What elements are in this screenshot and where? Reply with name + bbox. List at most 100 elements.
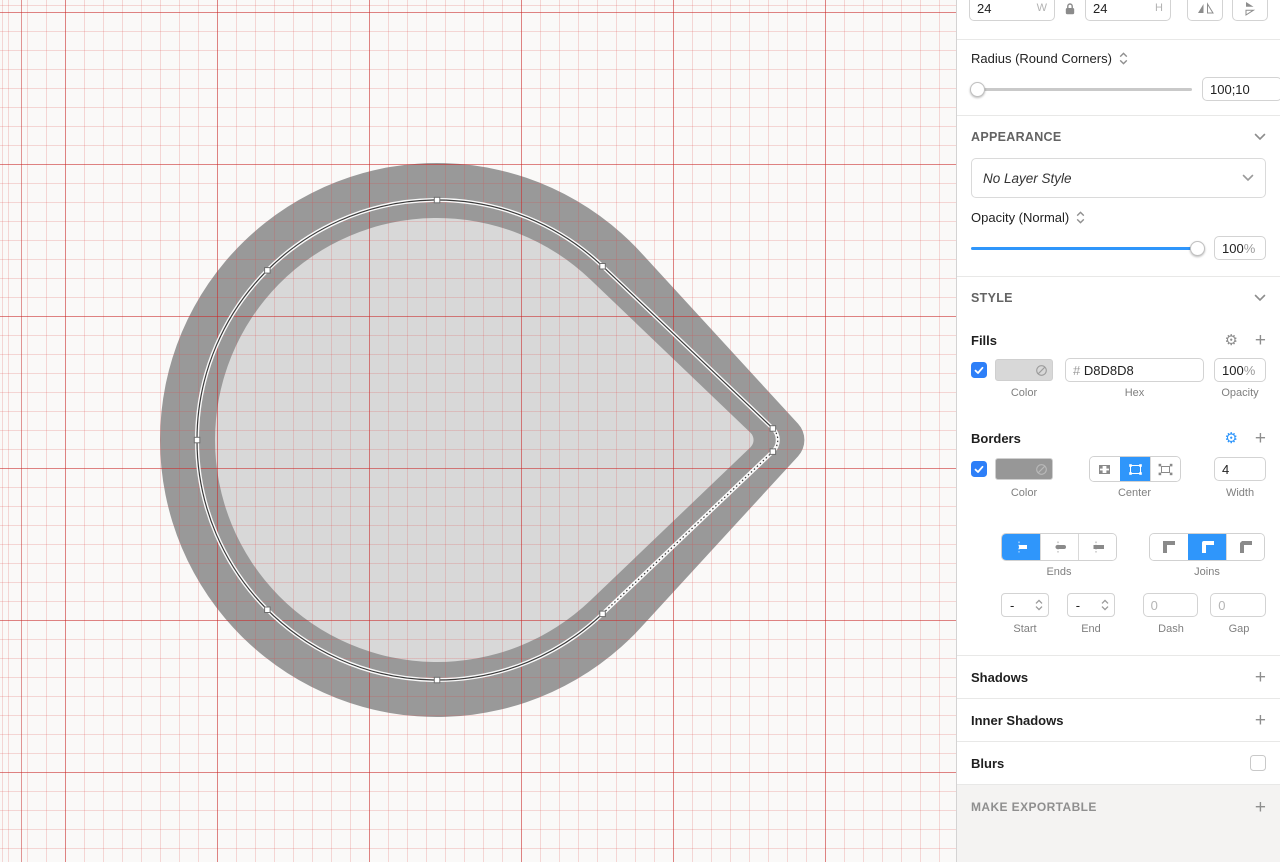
style-collapse-chevron-icon[interactable] (1254, 294, 1266, 302)
dash-value: 0 (1150, 597, 1158, 613)
radius-slider[interactable] (970, 81, 1192, 97)
line-joins-segmented-control (1149, 533, 1265, 561)
cap-butt-button[interactable] (1002, 534, 1040, 560)
radius-value-field[interactable]: 100;10 (1202, 77, 1280, 101)
border-position-segmented-control (1088, 456, 1181, 482)
vector-point-handle[interactable] (264, 606, 271, 613)
inner-shadows-title: Inner Shadows (971, 712, 1064, 728)
join-bevel-button[interactable] (1226, 534, 1264, 560)
layer-style-value: No Layer Style (983, 170, 1072, 186)
appearance-header: APPEARANCE (971, 130, 1062, 144)
arrow-end-select[interactable]: - (1066, 593, 1115, 617)
fill-opacity-field[interactable]: 100% (1214, 358, 1266, 382)
vector-point-handle[interactable] (433, 196, 441, 204)
add-border-icon[interactable]: + (1255, 429, 1266, 448)
select-stepper-icon (1035, 599, 1043, 611)
appearance-collapse-chevron-icon[interactable] (1254, 133, 1266, 141)
join-round-button[interactable] (1188, 534, 1226, 560)
canvas[interactable] (0, 0, 956, 862)
border-position-outside-button[interactable] (1149, 457, 1180, 481)
add-export-icon[interactable]: + (1255, 798, 1266, 817)
style-section: STYLE Fills ⚙ + # D8D8D8 100 % Color Hex… (957, 277, 1280, 656)
dash-label: Dash (1158, 623, 1184, 635)
opacity-value: 100 (1222, 240, 1244, 256)
opacity-stepper-icon[interactable] (1076, 211, 1085, 224)
flip-horizontal-button[interactable] (1187, 0, 1223, 21)
arrow-end-value: - (1075, 597, 1081, 613)
fill-hex-field[interactable]: # D8D8D8 (1065, 358, 1204, 382)
borders-settings-gear-icon[interactable]: ⚙ (1224, 431, 1237, 446)
vector-path-dotted-segment[interactable] (602, 427, 779, 615)
vector-path-outline[interactable] (196, 199, 774, 681)
fill-color-label: Color (1010, 387, 1038, 399)
app-window: 24 W 24 H Radius (Round Corners) 100;10 … (0, 0, 1280, 862)
add-fill-icon[interactable]: + (1255, 331, 1266, 350)
size-controls: 24 W 24 H (957, 0, 1280, 40)
radius-section: Radius (Round Corners) 100;10 (957, 40, 1280, 116)
vector-point-handle[interactable] (264, 267, 271, 274)
join-miter-button[interactable] (1150, 534, 1188, 560)
vector-point-handle[interactable] (193, 436, 201, 444)
vector-selection-overlay (193, 196, 780, 684)
ends-label: Ends (1046, 566, 1072, 578)
border-color-label: Color (1010, 487, 1038, 499)
cap-square-button[interactable] (1078, 534, 1116, 560)
opacity-label: Opacity (Normal) (971, 210, 1070, 225)
opacity-value-field[interactable]: 100% (1214, 236, 1266, 260)
cap-round-button[interactable] (1040, 534, 1078, 560)
gap-label: Gap (1228, 623, 1250, 635)
border-width-field[interactable]: 4 (1214, 457, 1266, 481)
hex-prefix: # (1073, 362, 1081, 378)
border-position-center-button[interactable] (1119, 457, 1150, 481)
border-position-inside-button[interactable] (1089, 457, 1120, 481)
vector-point-handle[interactable] (769, 448, 777, 455)
shadows-row: Shadows + (957, 656, 1280, 699)
fills-title: Fills (971, 332, 998, 348)
border-position-label: Center (1117, 487, 1152, 499)
add-shadow-icon[interactable]: + (1255, 668, 1266, 687)
vector-point-handle[interactable] (769, 425, 777, 432)
height-unit-label: H (1155, 2, 1163, 14)
height-field[interactable]: 24 H (1085, 0, 1171, 21)
style-header: STYLE (971, 291, 1013, 305)
opacity-slider-knob[interactable] (1190, 240, 1205, 256)
width-field[interactable]: 24 W (969, 0, 1055, 21)
layer-style-chevron-icon (1242, 174, 1254, 182)
fill-hex-label: Hex (1124, 387, 1145, 399)
radius-label: Radius (Round Corners) (971, 51, 1112, 66)
select-stepper-icon (1101, 599, 1109, 611)
appearance-section: APPEARANCE No Layer Style Opacity (Norma… (957, 116, 1280, 277)
border-width-value: 4 (1222, 461, 1230, 477)
no-style-slash-icon (1035, 463, 1048, 476)
fill-enabled-checkbox[interactable] (971, 362, 987, 378)
joins-label: Joins (1194, 566, 1220, 578)
opacity-slider[interactable] (971, 240, 1205, 256)
vector-path-halo (195, 198, 780, 682)
inspector-panel: 24 W 24 H Radius (Round Corners) 100;10 … (956, 0, 1280, 862)
fill-opacity-label: Opacity (1221, 387, 1259, 399)
radius-slider-knob[interactable] (970, 81, 985, 97)
dash-field[interactable]: 0 (1142, 593, 1199, 617)
checkmark-icon (974, 366, 984, 375)
flip-vertical-button[interactable] (1232, 0, 1268, 21)
border-enabled-checkbox[interactable] (971, 461, 987, 477)
vector-point-handle[interactable] (599, 263, 606, 270)
add-inner-shadow-icon[interactable]: + (1255, 711, 1266, 730)
flip-horizontal-icon (1197, 1, 1214, 15)
opacity-unit: % (1243, 240, 1256, 256)
fill-color-swatch[interactable] (995, 359, 1053, 381)
gap-field[interactable]: 0 (1210, 593, 1266, 617)
lock-aspect-icon[interactable] (1064, 2, 1076, 16)
checkmark-icon (974, 465, 984, 474)
arrow-start-select[interactable]: - (1001, 593, 1049, 617)
radius-stepper-icon[interactable] (1119, 52, 1128, 65)
start-label: Start (1013, 623, 1037, 635)
border-width-label: Width (1225, 487, 1255, 499)
vector-point-handle[interactable] (433, 676, 441, 684)
vector-point-handle[interactable] (599, 610, 606, 618)
arrow-start-value: - (1010, 597, 1015, 613)
layer-style-dropdown[interactable]: No Layer Style (971, 158, 1266, 198)
border-color-swatch[interactable] (995, 458, 1053, 480)
blur-enabled-checkbox[interactable] (1250, 755, 1266, 771)
fills-settings-gear-icon[interactable]: ⚙ (1224, 333, 1237, 348)
